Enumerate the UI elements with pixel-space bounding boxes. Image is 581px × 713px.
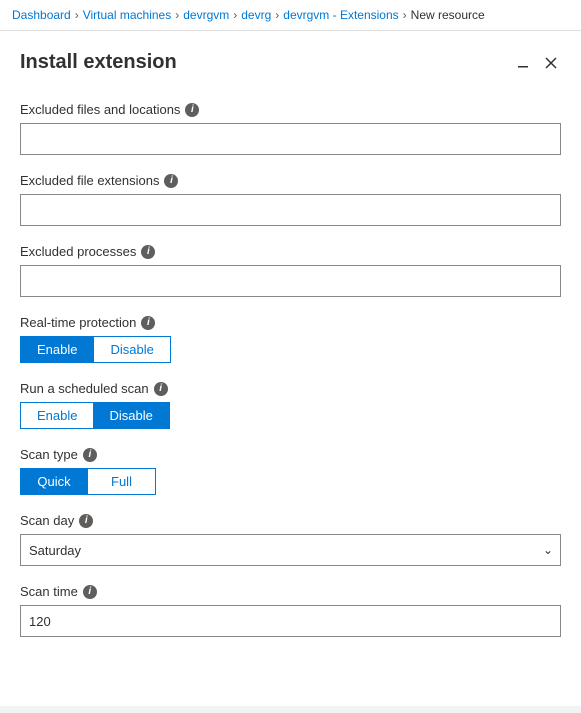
scan-time-label: Scan time i bbox=[20, 584, 561, 599]
excluded-processes-group: Excluded processes i bbox=[20, 244, 561, 297]
scan-type-info-icon[interactable]: i bbox=[83, 448, 97, 462]
excluded-processes-label: Excluded processes i bbox=[20, 244, 561, 259]
scan-type-quick-button[interactable]: Quick bbox=[20, 468, 88, 495]
realtime-enable-button[interactable]: Enable bbox=[20, 336, 94, 363]
breadcrumb-separator-4: › bbox=[275, 8, 279, 22]
close-button[interactable] bbox=[541, 55, 561, 71]
realtime-disable-button[interactable]: Disable bbox=[94, 336, 170, 363]
panel-header: Install extension bbox=[20, 51, 561, 74]
breadcrumb-item-vms[interactable]: Virtual machines bbox=[83, 8, 172, 22]
excluded-processes-info-icon[interactable]: i bbox=[141, 245, 155, 259]
breadcrumb-item-new-resource: New resource bbox=[411, 8, 485, 22]
excluded-files-input[interactable] bbox=[20, 123, 561, 155]
excluded-extensions-group: Excluded file extensions i bbox=[20, 173, 561, 226]
breadcrumb-item-dashboard[interactable]: Dashboard bbox=[12, 8, 71, 22]
scheduled-scan-disable-button[interactable]: Disable bbox=[93, 402, 169, 429]
scan-time-info-icon[interactable]: i bbox=[83, 585, 97, 599]
scheduled-scan-label: Run a scheduled scan i bbox=[20, 381, 561, 396]
page-title: Install extension bbox=[20, 51, 177, 74]
scan-day-select-wrapper: Sunday Monday Tuesday Wednesday Thursday… bbox=[20, 534, 561, 566]
minimize-icon bbox=[517, 57, 529, 69]
breadcrumb-item-devrgvm[interactable]: devrgvm bbox=[183, 8, 229, 22]
scan-type-toggle: Quick Full bbox=[20, 468, 561, 495]
scan-day-info-icon[interactable]: i bbox=[79, 514, 93, 528]
scheduled-scan-toggle: Enable Disable bbox=[20, 402, 561, 429]
scan-type-group: Scan type i Quick Full bbox=[20, 447, 561, 495]
scan-day-group: Scan day i Sunday Monday Tuesday Wednesd… bbox=[20, 513, 561, 566]
breadcrumb-separator-3: › bbox=[233, 8, 237, 22]
scan-time-group: Scan time i bbox=[20, 584, 561, 637]
excluded-files-info-icon[interactable]: i bbox=[185, 103, 199, 117]
scheduled-scan-enable-button[interactable]: Enable bbox=[20, 402, 93, 429]
excluded-extensions-input[interactable] bbox=[20, 194, 561, 226]
scan-time-input[interactable] bbox=[20, 605, 561, 637]
excluded-files-label: Excluded files and locations i bbox=[20, 102, 561, 117]
breadcrumb: Dashboard › Virtual machines › devrgvm ›… bbox=[0, 0, 581, 31]
breadcrumb-item-extensions[interactable]: devrgvm - Extensions bbox=[283, 8, 398, 22]
realtime-protection-label: Real-time protection i bbox=[20, 315, 561, 330]
realtime-protection-info-icon[interactable]: i bbox=[141, 316, 155, 330]
scheduled-scan-group: Run a scheduled scan i Enable Disable bbox=[20, 381, 561, 429]
scan-day-select[interactable]: Sunday Monday Tuesday Wednesday Thursday… bbox=[20, 534, 561, 566]
breadcrumb-separator-5: › bbox=[403, 8, 407, 22]
panel-header-icons bbox=[513, 55, 561, 71]
realtime-protection-group: Real-time protection i Enable Disable bbox=[20, 315, 561, 363]
scan-day-label: Scan day i bbox=[20, 513, 561, 528]
close-icon bbox=[545, 57, 557, 69]
install-extension-panel: Install extension Excluded files and loc… bbox=[0, 31, 581, 706]
breadcrumb-separator-2: › bbox=[175, 8, 179, 22]
minimize-button[interactable] bbox=[513, 55, 533, 71]
excluded-processes-input[interactable] bbox=[20, 265, 561, 297]
scheduled-scan-info-icon[interactable]: i bbox=[154, 382, 168, 396]
breadcrumb-separator: › bbox=[75, 8, 79, 22]
realtime-protection-toggle: Enable Disable bbox=[20, 336, 561, 363]
scan-type-full-button[interactable]: Full bbox=[88, 468, 156, 495]
scan-type-label: Scan type i bbox=[20, 447, 561, 462]
excluded-files-group: Excluded files and locations i bbox=[20, 102, 561, 155]
excluded-extensions-label: Excluded file extensions i bbox=[20, 173, 561, 188]
breadcrumb-item-devrg[interactable]: devrg bbox=[241, 8, 271, 22]
excluded-extensions-info-icon[interactable]: i bbox=[164, 174, 178, 188]
